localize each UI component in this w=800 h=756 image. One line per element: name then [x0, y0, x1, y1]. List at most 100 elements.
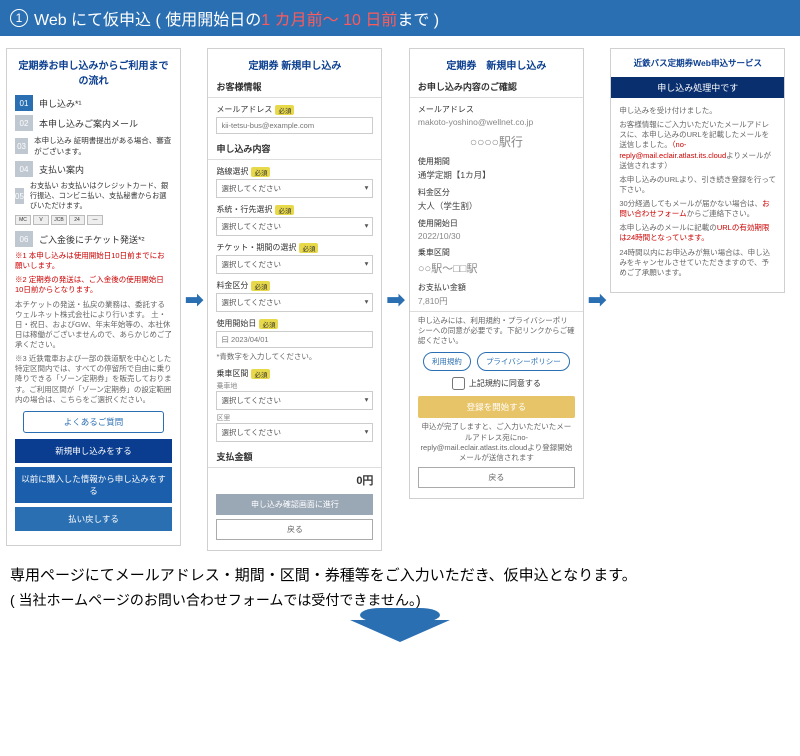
terms-link[interactable]: 利用規約: [423, 352, 471, 371]
required-badge: 必須: [299, 243, 318, 253]
step-label: お支払い お支払いはクレジットカード、銀行振込、コンビニ払い、支払秘書からお選び…: [30, 181, 172, 211]
lbl-route: 路線選択: [216, 166, 248, 177]
lbl-line: 系統・行先選択: [216, 204, 272, 215]
agree-label: 上記規約に同意する: [469, 378, 541, 389]
msg-line: 本申し込みのURLより、引き続き登録を行って下さい。: [619, 175, 776, 195]
register-button[interactable]: 登録を開始する: [418, 396, 575, 418]
sec-customer: お客様情報: [216, 80, 373, 93]
back-button[interactable]: 戻る: [418, 467, 575, 488]
new-apply-button[interactable]: 新規申し込みをする: [15, 439, 172, 463]
step-label: 申し込み*¹: [39, 97, 82, 110]
step-number: 1: [10, 9, 28, 27]
note: ※3 近鉄電車および一部の鉄道駅を中心とした特定区間内では、すべての停留所で自由…: [15, 354, 172, 405]
email-input[interactable]: [216, 117, 373, 134]
step-label: 本申し込みご案内メール: [39, 117, 138, 130]
card-logos: MCVJCB24—: [15, 215, 172, 225]
header-red: 1 カ月前～ 10 日前: [261, 6, 397, 30]
confirm-button[interactable]: 申し込み確認画面に進行: [216, 494, 373, 515]
val-fare: 大人（学生割）: [418, 200, 575, 212]
arrow-icon: ➡: [588, 287, 606, 313]
privacy-link[interactable]: プライバシーポリシー: [477, 352, 570, 371]
panel1-title: 定期券お申し込みからご利用までの流れ: [15, 57, 172, 87]
back-button[interactable]: 戻る: [216, 519, 373, 540]
step-header: 1 Web にて仮申込 ( 使用開始日の 1 カ月前～ 10 日前 まで ): [0, 0, 800, 36]
lbl-fare: 料金区分: [418, 187, 450, 198]
footer-main: 専用ページにてメールアドレス・期間・区間・券種等をご入力いただき、仮申込となりま…: [0, 559, 800, 590]
route-select[interactable]: 選択してください: [216, 179, 373, 198]
lbl-section: 乗車区間: [418, 247, 450, 258]
lbl-fare: 料金区分: [216, 280, 248, 291]
header-pre: Web にて仮申込 ( 使用開始日の: [34, 6, 261, 30]
panel2-title: 定期券 新規申し込み: [216, 57, 373, 72]
panel4-svc: 近鉄バス定期券Web申込サービス: [619, 57, 776, 69]
panel-form: 定期券 新規申し込み お客様情報 メールアドレス必須 申し込み内容 路線選択必須…: [207, 48, 382, 551]
fare-select[interactable]: 選択してください: [216, 293, 373, 312]
destination: ○○○○駅行: [418, 133, 575, 150]
board-select[interactable]: 選択してください: [216, 391, 373, 410]
step-num: 01: [15, 95, 33, 111]
drop-select[interactable]: 選択してください: [216, 423, 373, 442]
start-note: *青数字を入力してください。: [216, 352, 373, 362]
lbl-board: 乗車区間: [216, 368, 248, 379]
step-label: 支払い案内: [39, 163, 84, 176]
required-badge: 必須: [259, 319, 278, 329]
msg-line: 申し込みを受け付けました。: [619, 106, 776, 116]
note-red: ※2 定期券の発送は、ご入金後の使用開始日10日前からとなります。: [15, 275, 164, 294]
val-email: makoto-yoshino@wellnet.co.jp: [418, 117, 575, 127]
ticket-select[interactable]: 選択してください: [216, 255, 373, 274]
lbl-pay: お支払い金額: [418, 282, 466, 293]
required-badge: 必須: [275, 205, 294, 215]
sub-board: 乗車地: [216, 381, 373, 391]
val-period: 通学定期【1カ月】: [418, 169, 575, 181]
arrow-icon: ➡: [185, 287, 203, 313]
lbl-email: メールアドレス: [216, 104, 272, 115]
step-num: 05: [15, 188, 24, 204]
step-label: 本申し込み 証明書提出がある場合、審査がございます。: [34, 135, 172, 157]
msg-line: 24時間以内にお申込みが無い場合は、申し込みをキャンセルさせていただきますので、…: [619, 248, 776, 278]
lbl-email: メールアドレス: [418, 104, 474, 115]
msg-line: 本申し込みのメールに記載のURLの有効期限は24時間となっています。: [619, 223, 776, 243]
panel-flow: 定期券お申し込みからご利用までの流れ 01 申し込み*¹ 02 本申し込みご案内メー…: [6, 48, 181, 546]
lbl-period: 使用期間: [418, 156, 450, 167]
step-num: 02: [15, 115, 33, 131]
sec-content: 申し込み内容: [216, 142, 373, 155]
header-post: まで ): [397, 6, 439, 30]
agree-note: 申し込みには、利用規約・プライバシーポリシーへの同意が必要です。下記リンクからご…: [418, 316, 575, 346]
step-num: 03: [15, 138, 28, 154]
required-badge: 必須: [275, 105, 294, 115]
note: 本チケットの発送・払戻の業務は、委託するウェルネット株式会社により行います。 土…: [15, 300, 172, 351]
startdate-input[interactable]: [216, 331, 373, 348]
lbl-start: 使用開始日: [216, 318, 256, 329]
step-num: 04: [15, 161, 33, 177]
agree-checkbox[interactable]: [452, 377, 465, 390]
down-arrow-shape: [350, 620, 450, 642]
panel-processing: 近鉄バス定期券Web申込サービス 申し込み処理中です 申し込みを受け付けました。…: [610, 48, 785, 293]
refund-button[interactable]: 払い戻しする: [15, 507, 172, 531]
sec-amount: 支払金額: [216, 450, 373, 463]
sec-confirm: お申し込み内容のご確認: [418, 80, 575, 93]
arrow-icon: ➡: [386, 287, 404, 313]
step-label: ご入金後にチケット発送*²: [39, 233, 145, 246]
lbl-ticket: チケット・期間の選択: [216, 242, 296, 253]
lbl-start: 使用開始日: [418, 218, 458, 229]
msg-line: 30分経過してもメールが届かない場合は、お問い合わせフォームからご連絡下さい。: [619, 199, 776, 219]
sub-drop: 区里: [216, 413, 373, 423]
done-note: 申込が完了しますと、ご入力いただいたメールアドレス宛にno-reply@mail…: [418, 422, 575, 463]
amount-value: 0円: [216, 472, 373, 488]
prev-apply-button[interactable]: 以前に購入した情報から申し込みをする: [15, 467, 172, 503]
note-red: ※1 本申し込みは使用開始日10日前までにお願いします。: [15, 251, 165, 270]
faq-button[interactable]: よくあるご質問: [23, 411, 164, 433]
step-num: 06: [15, 231, 33, 247]
required-badge: 必須: [251, 167, 270, 177]
required-badge: 必須: [251, 281, 270, 291]
val-section: ○○駅～□□駅: [418, 260, 575, 276]
val-start: 2022/10/30: [418, 231, 575, 241]
required-badge: 必須: [251, 369, 270, 379]
panel-confirm: 定期券 新規申し込み お申し込み内容のご確認 メールアドレス makoto-yo…: [409, 48, 584, 499]
panel3-title: 定期券 新規申し込み: [418, 57, 575, 72]
msg-line: お客様情報にご入力いただいたメールアドレスに、本申し込みのURLを記載したメール…: [619, 120, 776, 171]
val-pay: 7,810円: [418, 295, 575, 307]
processing-band: 申し込み処理中です: [611, 77, 784, 98]
line-select[interactable]: 選択してください: [216, 217, 373, 236]
screenshot-row: 定期券お申し込みからご利用までの流れ 01 申し込み*¹ 02 本申し込みご案内メー…: [0, 36, 800, 559]
